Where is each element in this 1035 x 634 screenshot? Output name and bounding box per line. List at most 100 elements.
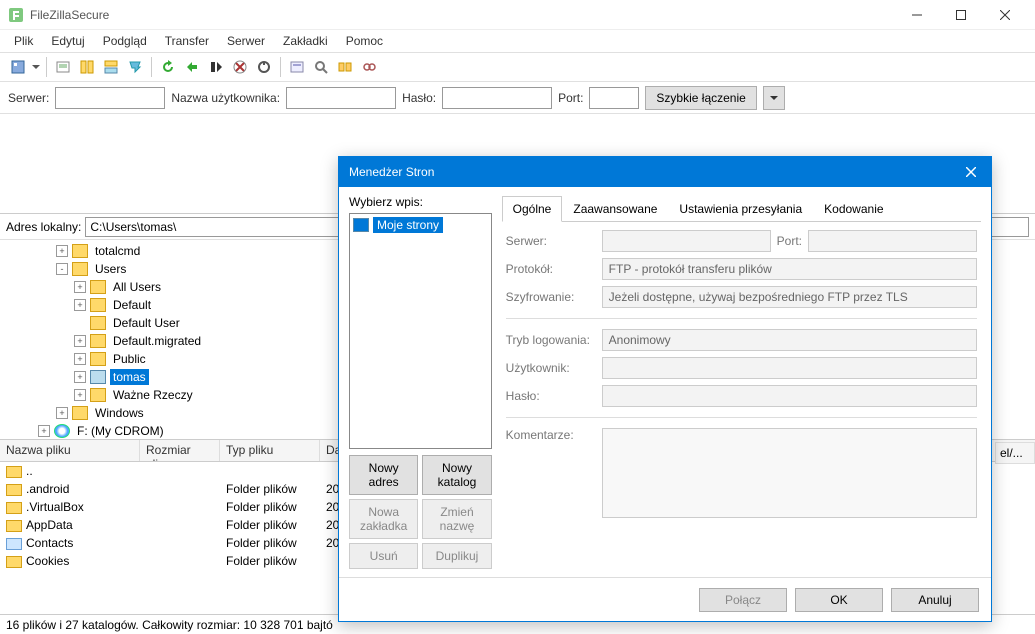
dialog-close-button[interactable] bbox=[951, 157, 991, 187]
form-logon-select: Anonimowy bbox=[602, 329, 977, 351]
minimize-button[interactable] bbox=[895, 1, 939, 29]
tree-toggle-icon[interactable]: + bbox=[56, 407, 68, 419]
window-title: FileZillaSecure bbox=[30, 8, 895, 22]
new-bookmark-button: Nowa zakładka bbox=[349, 499, 418, 539]
form-port-input bbox=[808, 230, 977, 252]
menu-bar: Plik Edytuj Podgląd Transfer Serwer Zakł… bbox=[0, 30, 1035, 52]
col-name[interactable]: Nazwa pliku bbox=[0, 440, 140, 461]
pass-label: Hasło: bbox=[402, 91, 436, 105]
toggle-log-icon[interactable] bbox=[51, 55, 75, 79]
toolbar-sep bbox=[280, 57, 281, 77]
quickconnect-dropdown[interactable] bbox=[763, 86, 785, 110]
filter-icon[interactable] bbox=[285, 55, 309, 79]
tab-general[interactable]: Ogólne bbox=[502, 196, 563, 222]
menu-edit[interactable]: Edytuj bbox=[43, 32, 92, 50]
pass-input[interactable] bbox=[442, 87, 552, 109]
folder-icon bbox=[72, 244, 88, 258]
form-encryption-select: Jeżeli dostępne, używaj bezpośredniego F… bbox=[602, 286, 977, 308]
menu-file[interactable]: Plik bbox=[6, 32, 41, 50]
form-port-label: Port: bbox=[777, 234, 802, 248]
quickconnect-bar: Serwer: Nazwa użytkownika: Hasło: Port: … bbox=[0, 82, 1035, 114]
dialog-title: Menedżer Stron bbox=[349, 165, 951, 179]
toolbar-sep bbox=[46, 57, 47, 77]
form-comments-label: Komentarze: bbox=[506, 428, 596, 442]
toggle-remote-tree-icon[interactable] bbox=[99, 55, 123, 79]
delete-button: Usuń bbox=[349, 543, 418, 569]
folder-icon bbox=[90, 280, 106, 294]
sitemanager-dropdown-icon[interactable] bbox=[30, 55, 42, 79]
quickconnect-button[interactable]: Szybkie łączenie bbox=[645, 86, 756, 110]
menu-help[interactable]: Pomoc bbox=[338, 32, 391, 50]
tab-charset[interactable]: Kodowanie bbox=[813, 196, 894, 222]
col-type[interactable]: Typ pliku bbox=[220, 440, 320, 461]
tree-toggle-icon[interactable]: + bbox=[74, 299, 86, 311]
user-label: Nazwa użytkownika: bbox=[171, 91, 280, 105]
remote-col-peek: el/... bbox=[995, 442, 1035, 464]
form-server-label: Serwer: bbox=[506, 234, 596, 248]
tree-toggle-icon[interactable]: + bbox=[74, 353, 86, 365]
folder-icon bbox=[54, 424, 70, 438]
cancel-button[interactable]: Anuluj bbox=[891, 588, 979, 612]
server-input[interactable] bbox=[55, 87, 165, 109]
folder-icon bbox=[6, 556, 22, 568]
menu-view[interactable]: Podgląd bbox=[95, 32, 155, 50]
form-pass-input bbox=[602, 385, 977, 407]
toolbar-sep bbox=[151, 57, 152, 77]
tree-toggle-icon[interactable]: + bbox=[38, 425, 50, 437]
tree-item-label: F: (My CDROM) bbox=[74, 423, 167, 439]
tree-item-label: Default User bbox=[110, 315, 183, 331]
form-encryption-label: Szyfrowanie: bbox=[506, 290, 596, 304]
tree-item-label: Ważne Rzeczy bbox=[110, 387, 196, 403]
sitemanager-icon[interactable] bbox=[6, 55, 30, 79]
tree-toggle-icon[interactable]: + bbox=[56, 245, 68, 257]
tree-item-label: All Users bbox=[110, 279, 164, 295]
folder-icon bbox=[6, 484, 22, 496]
port-input[interactable] bbox=[589, 87, 639, 109]
tree-toggle-icon[interactable]: + bbox=[74, 281, 86, 293]
tree-toggle-icon[interactable]: + bbox=[74, 371, 86, 383]
close-button[interactable] bbox=[983, 1, 1027, 29]
user-input[interactable] bbox=[286, 87, 396, 109]
toggle-queue-icon[interactable] bbox=[123, 55, 147, 79]
root-entry[interactable]: Moje strony bbox=[352, 216, 489, 234]
col-size[interactable]: Rozmiar pli... bbox=[140, 440, 220, 461]
new-site-button[interactable]: Nowy adres bbox=[349, 455, 418, 495]
connect-button: Połącz bbox=[699, 588, 787, 612]
select-entry-label: Wybierz wpis: bbox=[349, 195, 492, 209]
site-entry-list[interactable]: Moje strony bbox=[349, 213, 492, 449]
folder-icon bbox=[90, 298, 106, 312]
folder-icon bbox=[353, 218, 369, 232]
folder-icon bbox=[6, 502, 22, 514]
folder-icon bbox=[72, 406, 88, 420]
tree-item-label: Public bbox=[110, 351, 149, 367]
menu-bookmarks[interactable]: Zakładki bbox=[275, 32, 336, 50]
reconnect-icon[interactable] bbox=[252, 55, 276, 79]
disconnect-icon[interactable] bbox=[228, 55, 252, 79]
new-folder-button[interactable]: Nowy katalog bbox=[422, 455, 491, 495]
compare-icon[interactable] bbox=[333, 55, 357, 79]
tree-toggle-icon[interactable]: + bbox=[74, 389, 86, 401]
tab-advanced[interactable]: Zaawansowane bbox=[562, 196, 668, 222]
menu-server[interactable]: Serwer bbox=[219, 32, 273, 50]
toggle-tree-icon[interactable] bbox=[75, 55, 99, 79]
sync-browse-icon[interactable] bbox=[357, 55, 381, 79]
rename-button: Zmień nazwę bbox=[422, 499, 491, 539]
ok-button[interactable]: OK bbox=[795, 588, 883, 612]
form-protocol-label: Protokół: bbox=[506, 262, 596, 276]
tab-transfer[interactable]: Ustawienia przesyłania bbox=[668, 196, 813, 222]
folder-icon bbox=[90, 388, 106, 402]
dialog-footer: Połącz OK Anuluj bbox=[339, 577, 991, 621]
tree-item-label: Default bbox=[110, 297, 154, 313]
cancel-icon[interactable] bbox=[204, 55, 228, 79]
tree-toggle-icon[interactable]: - bbox=[56, 263, 68, 275]
process-queue-icon[interactable] bbox=[180, 55, 204, 79]
search-icon[interactable] bbox=[309, 55, 333, 79]
form-user-label: Użytkownik: bbox=[506, 361, 596, 375]
dialog-titlebar: Menedżer Stron bbox=[339, 157, 991, 187]
folder-icon bbox=[90, 334, 106, 348]
refresh-icon[interactable] bbox=[156, 55, 180, 79]
menu-transfer[interactable]: Transfer bbox=[157, 32, 217, 50]
tree-toggle-icon[interactable]: + bbox=[74, 335, 86, 347]
maximize-button[interactable] bbox=[939, 1, 983, 29]
form-logon-label: Tryb logowania: bbox=[506, 333, 596, 347]
